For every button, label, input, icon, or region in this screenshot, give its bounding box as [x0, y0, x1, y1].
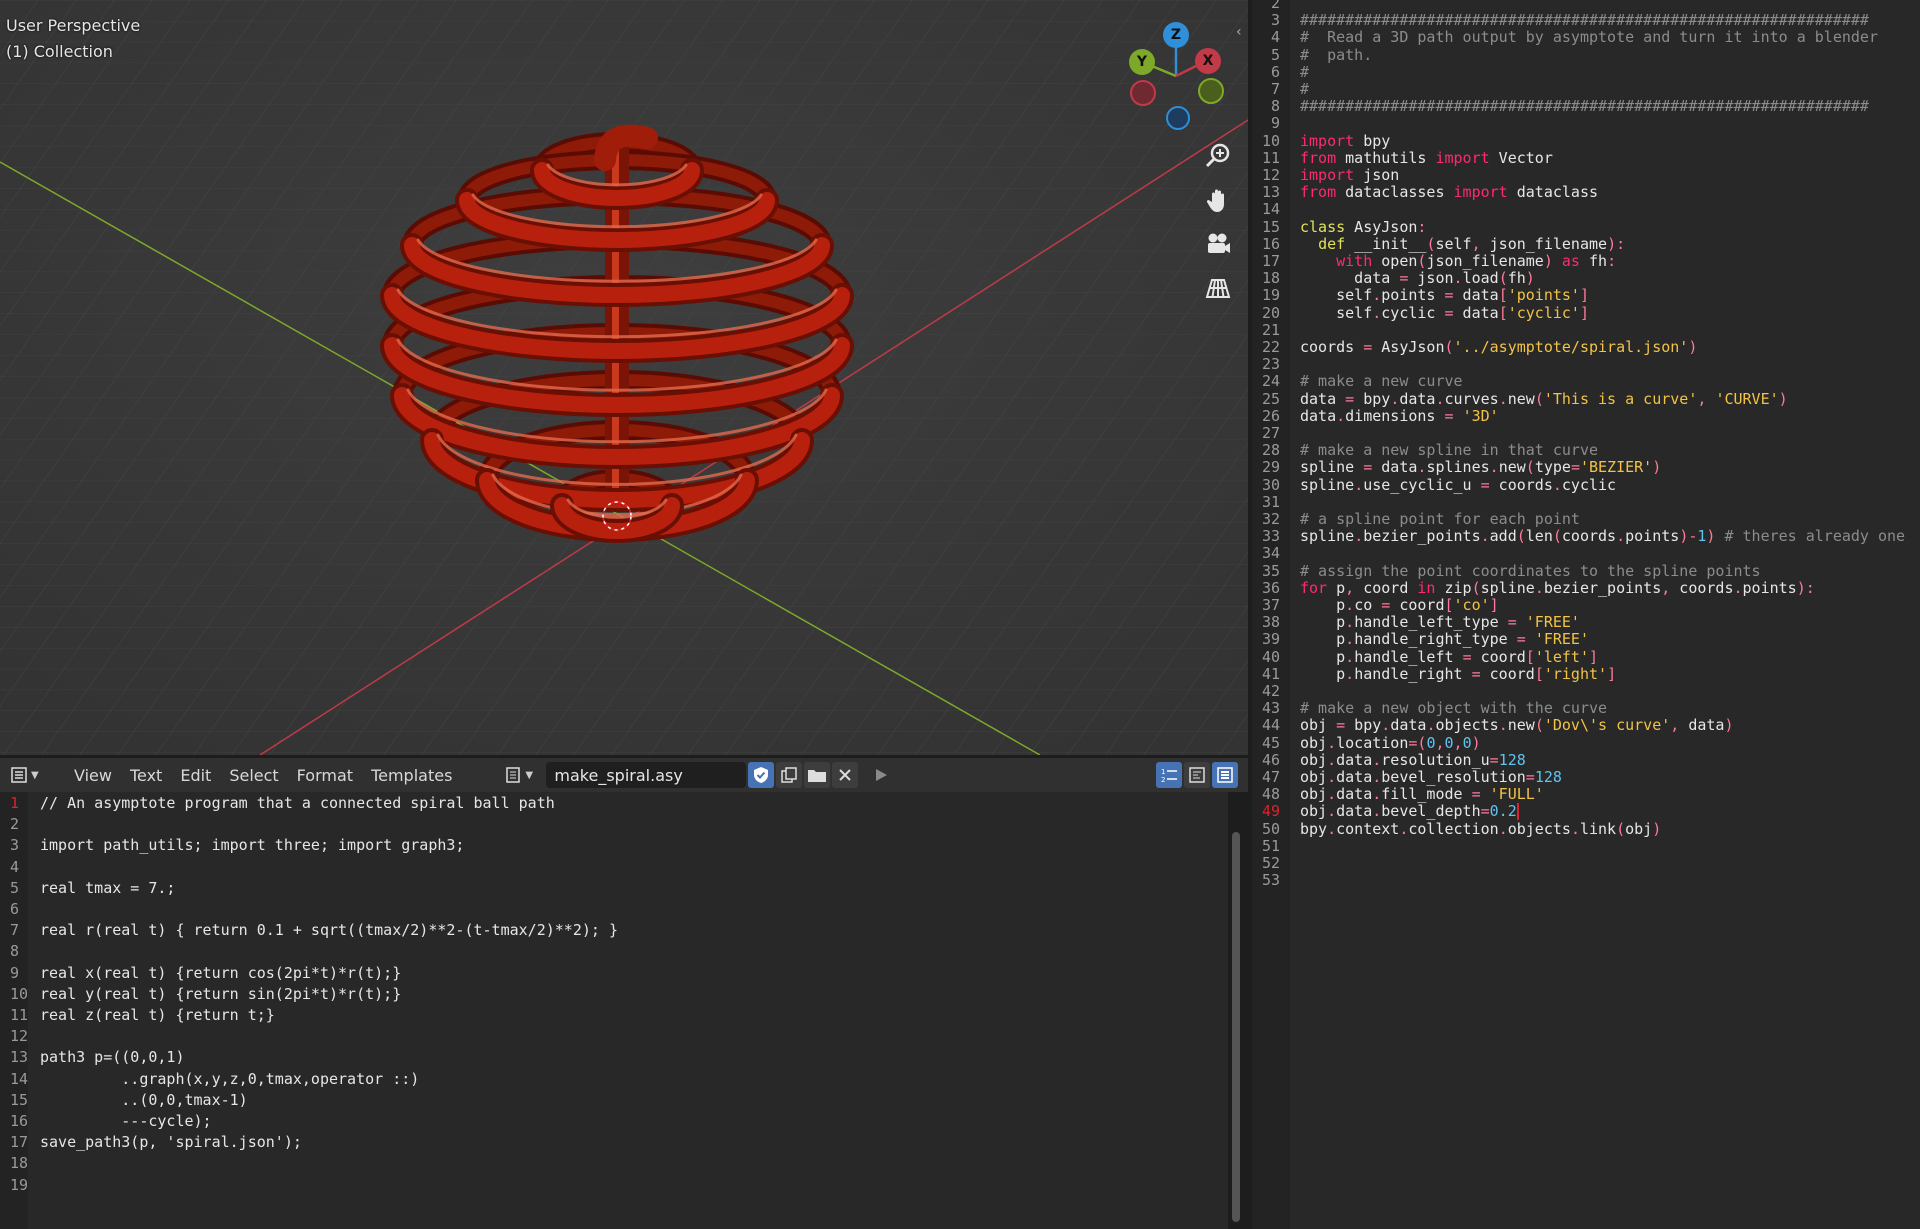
line-number: 2: [10, 815, 20, 834]
code-line[interactable]: spline.use_cyclic_u = coords.cyclic: [1300, 475, 1616, 496]
svg-text:2: 2: [1161, 776, 1165, 784]
sidebar-toggle-icon[interactable]: ‹: [1236, 24, 1242, 40]
menu-text[interactable]: Text: [130, 766, 162, 785]
code-line[interactable]: self.cyclic = data['cyclic']: [1300, 303, 1589, 324]
view-name-label: User Perspective: [6, 16, 141, 35]
menu-edit[interactable]: Edit: [180, 766, 211, 785]
toggle-syntax-highlight-button[interactable]: [1212, 762, 1238, 788]
line-number: 8: [10, 942, 20, 961]
play-icon: [876, 769, 888, 781]
hand-icon[interactable]: [1200, 182, 1236, 218]
code-line[interactable]: real x(real t) {return cos(2pi*t)*r(t);}: [40, 963, 401, 984]
scrollbar[interactable]: [1232, 832, 1240, 1222]
editor-type-dropdown[interactable]: ▼: [10, 762, 46, 788]
gizmo-x-icon[interactable]: X: [1195, 48, 1221, 74]
line-number: 12: [10, 1027, 29, 1046]
code-line[interactable]: ..(0,0,tmax-1): [40, 1090, 247, 1111]
unlink-text-button[interactable]: [832, 762, 859, 788]
copy-icon: [781, 767, 798, 783]
code-line[interactable]: bpy.context.collection.objects.link(obj): [1300, 819, 1661, 840]
code-line[interactable]: # path.: [1300, 45, 1372, 66]
code-line[interactable]: real r(real t) { return 0.1 + sqrt((tmax…: [40, 920, 618, 941]
gizmo-neg-y-icon[interactable]: [1198, 78, 1224, 104]
text-browse-dropdown[interactable]: ▼: [504, 762, 540, 788]
line-number: 6: [10, 900, 20, 918]
code-line[interactable]: coords = AsyJson('../asymptote/spiral.js…: [1300, 337, 1697, 358]
right-text-editor[interactable]: 2 3 4 5 6 7 8 9 10 11 12 13 14 15 16 17 18 19 20 21 22 23 24 25…: [1252, 0, 1920, 1229]
line-number: 17: [10, 1133, 29, 1152]
line-number: 10: [10, 984, 29, 1003]
close-icon: [839, 769, 852, 781]
svg-text:1: 1: [1161, 768, 1165, 776]
line-number: 9: [10, 963, 20, 982]
line-number: 14: [10, 1069, 29, 1088]
chevron-down-icon: ▼: [525, 769, 534, 781]
line-number: 15: [10, 1090, 29, 1109]
line-number: 1: [10, 794, 20, 812]
filename-field[interactable]: make_spiral.asy: [546, 762, 747, 788]
menu-view[interactable]: View: [74, 766, 112, 785]
camera-icon[interactable]: [1200, 226, 1236, 262]
zoom-icon[interactable]: [1200, 138, 1236, 174]
code-line[interactable]: real tmax = 7.;: [40, 878, 175, 899]
code-line[interactable]: spline.bezier_points.add(len(coords.poin…: [1300, 526, 1905, 547]
code-area[interactable]: // An asymptote program that a connected…: [28, 792, 1228, 1229]
text-editor-header: ▼ View Text Edit Select Format Templates…: [0, 758, 1248, 792]
line-number: 4: [10, 857, 20, 876]
line-number: 3: [10, 836, 20, 855]
gizmo-neg-x-icon[interactable]: [1130, 80, 1156, 106]
code-line[interactable]: data.dimensions = '3D': [1300, 406, 1499, 427]
word-wrap-icon: [1189, 767, 1205, 783]
text-editor-icon: [11, 767, 27, 783]
line-number: 16: [10, 1112, 29, 1130]
line-number: 7: [10, 921, 20, 940]
code-line[interactable]: real z(real t) {return t;}: [40, 1005, 275, 1026]
open-text-button[interactable]: [804, 762, 831, 788]
run-script-button[interactable]: [868, 762, 895, 788]
3d-viewport[interactable]: User Perspective (1) Collection Z Y X ‹: [0, 0, 1248, 755]
chevron-down-icon: ▼: [31, 769, 39, 781]
menu-select[interactable]: Select: [229, 766, 278, 785]
line-number: 13: [10, 1048, 29, 1067]
code-line[interactable]: ..graph(x,y,z,0,tmax,operator ::): [40, 1069, 419, 1090]
grid-icon[interactable]: [1200, 270, 1236, 306]
viewport-scene: [0, 0, 1248, 755]
collection-label: (1) Collection: [6, 42, 113, 61]
shield-icon: [754, 767, 769, 783]
code-line[interactable]: import path_utils; import three; import …: [40, 835, 464, 856]
text-file-icon: [506, 767, 521, 783]
code-line[interactable]: real y(real t) {return sin(2pi*t)*r(t);}: [40, 984, 401, 1005]
toggle-word-wrap-button[interactable]: [1184, 762, 1210, 788]
code-line[interactable]: save_path3(p, 'spiral.json');: [40, 1132, 302, 1153]
spiral-object[interactable]: [380, 124, 854, 543]
bottom-text-editor[interactable]: ▼ View Text Edit Select Format Templates…: [0, 758, 1248, 1229]
code-area[interactable]: ########################################…: [1290, 0, 1920, 1229]
line-number-gutter: 2 3 4 5 6 7 8 9 10 11 12 13 14 15 16 17 18 19 20 21 22 23 24 25…: [1252, 0, 1290, 1229]
code-line[interactable]: from dataclasses import dataclass: [1300, 182, 1598, 203]
menu-format[interactable]: Format: [297, 766, 353, 785]
duplicate-text-button[interactable]: [776, 762, 803, 788]
code-line[interactable]: ########################################…: [1300, 96, 1869, 117]
gizmo-neg-z-icon[interactable]: [1166, 106, 1190, 130]
fake-user-button[interactable]: [748, 762, 775, 788]
line-number: 53: [1261, 871, 1280, 890]
code-line[interactable]: // An asymptote program that a connected…: [40, 793, 555, 814]
line-numbers-icon: 12: [1161, 768, 1177, 784]
code-line[interactable]: p.handle_right = coord['right']: [1300, 664, 1616, 685]
code-line[interactable]: ---cycle);: [40, 1111, 211, 1132]
code-line[interactable]: # Read a 3D path output by asymptote and…: [1300, 27, 1878, 48]
line-number: 11: [10, 1006, 29, 1024]
line-number-gutter: 1 2 3 4 5 6 7 8 9 10 11 12 13 14 15 16 17 18 19: [0, 792, 28, 1229]
code-line[interactable]: path3 p=((0,0,1): [40, 1047, 185, 1068]
line-number: 19: [10, 1175, 29, 1194]
line-number: 18: [10, 1154, 29, 1173]
folder-icon: [808, 770, 827, 782]
syntax-highlight-icon: [1217, 767, 1233, 783]
navigation-gizmo[interactable]: Z Y X: [1120, 18, 1230, 138]
gizmo-y-icon[interactable]: Y: [1129, 49, 1155, 75]
line-number: 5: [10, 878, 20, 897]
toggle-line-numbers-button[interactable]: 12: [1156, 762, 1182, 788]
menu-templates[interactable]: Templates: [371, 766, 452, 785]
gizmo-z-icon[interactable]: Z: [1163, 22, 1189, 48]
